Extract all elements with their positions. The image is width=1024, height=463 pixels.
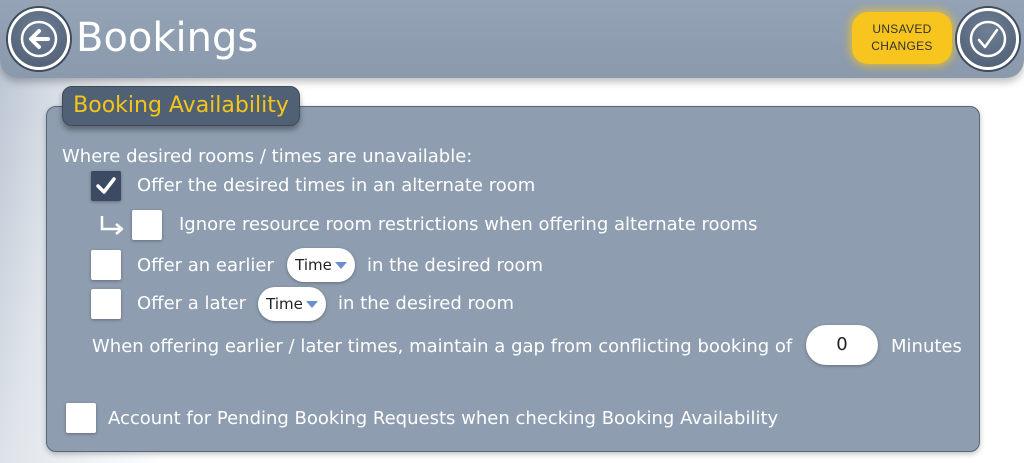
- pending-requests-checkbox[interactable]: [66, 403, 96, 433]
- chevron-down-icon: [334, 261, 347, 269]
- arrow-left-circle-icon: [20, 20, 58, 58]
- alternate-room-label: Offer the desired times in an alternate …: [137, 175, 536, 196]
- gap-label: When offering earlier / later times, mai…: [92, 336, 793, 357]
- offer-earlier-suffix: in the desired room: [367, 255, 544, 276]
- offer-later-label: Offer a later: [137, 293, 247, 314]
- later-time-value: Time: [266, 295, 303, 313]
- sub-option-arrow-icon: [100, 216, 124, 235]
- checkmark-circle-icon: [969, 20, 1007, 58]
- unsaved-badge-line1: UNSAVED: [872, 22, 932, 36]
- unsaved-changes-badge: UNSAVED CHANGES: [852, 12, 952, 64]
- chevron-down-icon: [305, 300, 318, 308]
- offer-later-suffix: in the desired room: [338, 293, 515, 314]
- back-button[interactable]: [8, 8, 70, 70]
- panel-title: Booking Availability: [62, 86, 300, 126]
- pending-requests-label: Account for Pending Booking Requests whe…: [108, 408, 779, 429]
- earlier-time-dropdown[interactable]: Time: [287, 248, 355, 282]
- alternate-room-checkbox[interactable]: [91, 171, 121, 201]
- confirm-button[interactable]: [957, 8, 1019, 70]
- later-time-dropdown[interactable]: Time: [258, 287, 326, 321]
- ignore-restrictions-label: Ignore resource room restrictions when o…: [179, 214, 758, 235]
- offer-earlier-label: Offer an earlier: [137, 255, 274, 276]
- offer-later-checkbox[interactable]: [91, 289, 121, 319]
- offer-earlier-checkbox[interactable]: [91, 250, 121, 280]
- checkmark-icon: [96, 177, 116, 194]
- header-bar: Bookings UNSAVED CHANGES: [0, 0, 1024, 78]
- earlier-time-value: Time: [295, 256, 332, 274]
- page-title: Bookings: [76, 15, 259, 61]
- intro-text: Where desired rooms / times are unavaila…: [62, 146, 473, 167]
- ignore-restrictions-checkbox[interactable]: [132, 210, 162, 240]
- gap-unit-label: Minutes: [891, 336, 962, 357]
- gap-minutes-input[interactable]: 0: [806, 325, 878, 365]
- unsaved-badge-line2: CHANGES: [871, 39, 933, 53]
